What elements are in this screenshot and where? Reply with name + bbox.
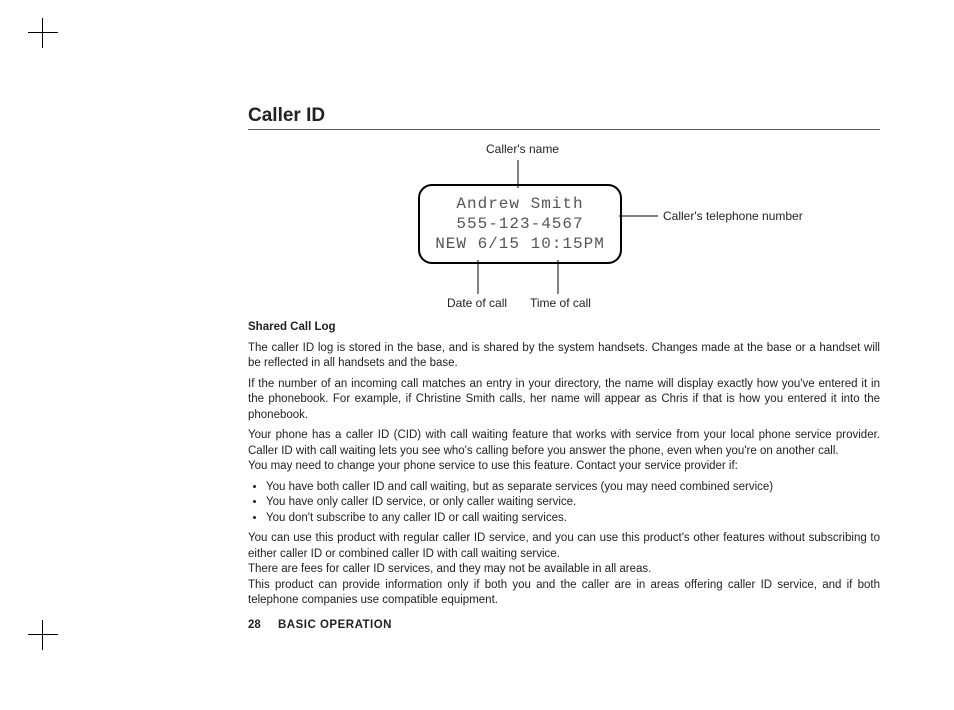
lcd-line-status: NEW 6/15 10:15PM bbox=[430, 234, 610, 254]
paragraph: The caller ID log is stored in the base,… bbox=[248, 341, 880, 372]
paragraph: Your phone has a caller ID (CID) with ca… bbox=[248, 428, 880, 475]
list-item: You have only caller ID service, or only… bbox=[266, 495, 880, 511]
paragraph: If the number of an incoming call matche… bbox=[248, 377, 880, 424]
page-number: 28 bbox=[248, 619, 261, 631]
section-name: BASIC OPERATION bbox=[278, 619, 392, 631]
caller-id-diagram: Caller's name Andrew Smith 555-123-4567 … bbox=[248, 136, 880, 316]
body-text: Shared Call Log The caller ID log is sto… bbox=[248, 320, 880, 609]
bullet-list: You have both caller ID and call waiting… bbox=[248, 480, 880, 527]
page-content: Caller ID Caller's name Andrew Smith 555… bbox=[248, 105, 880, 631]
label-time-of-call: Time of call bbox=[530, 296, 591, 310]
page-footer: 28 BASIC OPERATION bbox=[248, 619, 880, 631]
subheading: Shared Call Log bbox=[248, 320, 880, 336]
lcd-line-name: Andrew Smith bbox=[430, 194, 610, 214]
list-item: You have both caller ID and call waiting… bbox=[266, 480, 880, 496]
label-caller-name: Caller's name bbox=[486, 142, 559, 156]
lcd-line-number: 555-123-4567 bbox=[430, 214, 610, 234]
label-date-of-call: Date of call bbox=[447, 296, 507, 310]
lcd-display: Andrew Smith 555-123-4567 NEW 6/15 10:15… bbox=[418, 184, 622, 264]
list-item: You don't subscribe to any caller ID or … bbox=[266, 511, 880, 527]
page-title: Caller ID bbox=[248, 105, 880, 130]
label-caller-number: Caller's telephone number bbox=[663, 209, 803, 223]
paragraph: You can use this product with regular ca… bbox=[248, 531, 880, 609]
